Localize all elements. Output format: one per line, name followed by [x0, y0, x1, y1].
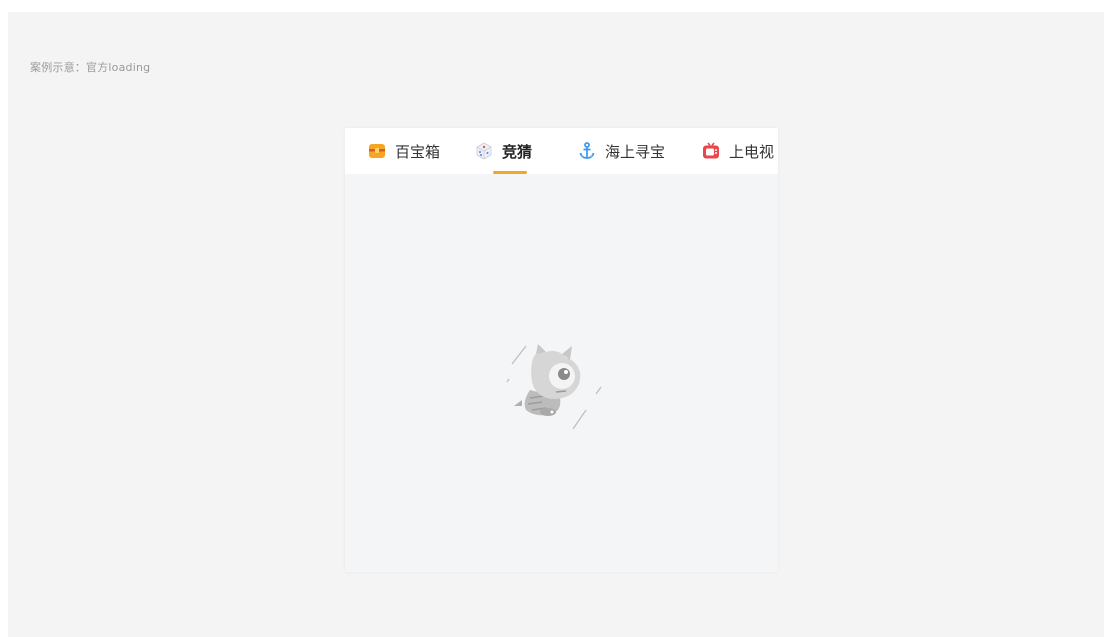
tv-icon: [703, 142, 719, 159]
tab-label: 竞猜: [502, 142, 533, 161]
tab-sea-treasure[interactable]: 海上寻宝: [577, 128, 665, 174]
anchor-icon: [579, 142, 595, 159]
tab-label: 百宝箱: [395, 142, 441, 161]
tab-label: 海上寻宝: [605, 142, 666, 161]
dice-icon: [476, 142, 492, 160]
active-tab-indicator: [493, 171, 527, 174]
tab-bar: 百宝箱 竞猜 海上寻宝 上电视: [345, 128, 778, 174]
treasure-chest-icon: [369, 144, 385, 158]
tab-label: 上电视: [729, 142, 775, 161]
tab-on-tv[interactable]: 上电视: [701, 128, 774, 174]
example-caption: 案例示意：官方loading: [30, 61, 151, 74]
content-panel: 百宝箱 竞猜 海上寻宝 上电视: [345, 128, 778, 572]
tab-treasure-box[interactable]: 百宝箱: [367, 128, 440, 174]
loading-cat-mascot-icon: [506, 344, 602, 430]
page-background: 案例示意：官方loading 百宝箱 竞猜 海上寻宝 上电视: [8, 12, 1104, 637]
tab-guess[interactable]: 竞猜: [474, 128, 532, 174]
